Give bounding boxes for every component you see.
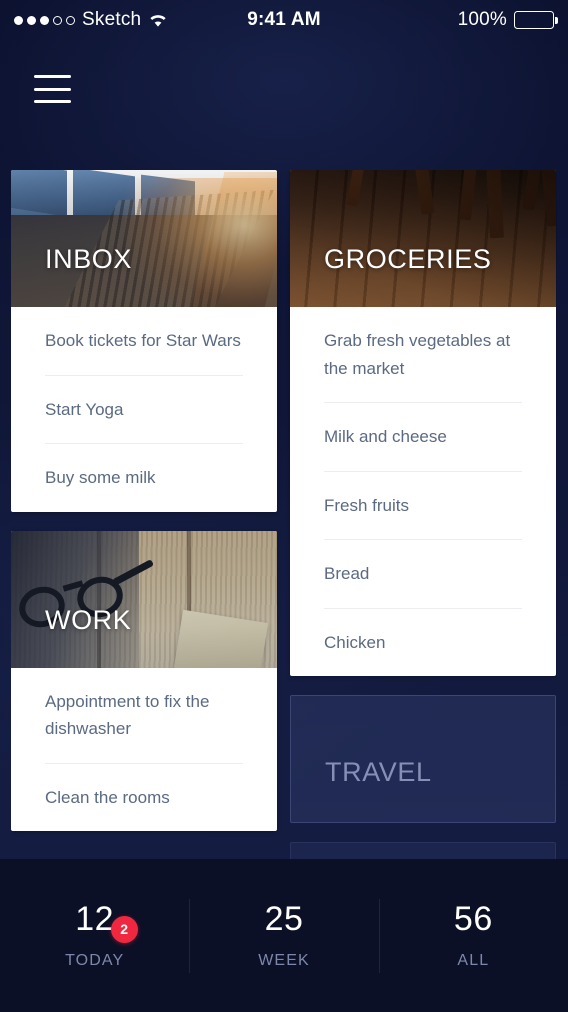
work-task-list: Appointment to fix the dishwasher Clean … [11, 668, 277, 832]
list-item[interactable]: Grab fresh vegetables at the market [324, 307, 522, 404]
list-item[interactable]: Fresh fruits [324, 472, 522, 541]
card-title-work: WORK [45, 604, 132, 635]
stat-value-today: 12 [75, 899, 115, 938]
hamburger-line [34, 100, 71, 103]
card-ghost-next [290, 842, 556, 860]
list-item[interactable]: Clean the rooms [45, 764, 243, 832]
card-title-travel: TRAVEL [325, 757, 432, 788]
stat-today[interactable]: 2 12 TODAY [0, 902, 189, 970]
stat-all[interactable]: 56 ALL [379, 902, 568, 970]
list-item[interactable]: Chicken [324, 609, 522, 677]
stat-week[interactable]: 25 WEEK [189, 902, 378, 970]
list-item[interactable]: Buy some milk [45, 444, 243, 512]
stat-label-today: TODAY [65, 951, 125, 969]
card-travel[interactable]: TRAVEL [290, 695, 556, 824]
battery-percent-label: 100% [457, 9, 507, 30]
card-groceries[interactable]: GROCERIES Grab fresh vegetables at the m… [290, 170, 556, 677]
board-column-left: INBOX Book tickets for Star Wars Start Y… [11, 170, 277, 860]
work-hero-image: WORK [11, 530, 277, 668]
stat-value-week: 25 [264, 899, 304, 938]
status-bar-right: 100% [457, 9, 558, 31]
card-inbox[interactable]: INBOX Book tickets for Star Wars Start Y… [11, 170, 277, 512]
groceries-hero-image: GROCERIES [290, 170, 556, 307]
inbox-hero-image: INBOX [11, 170, 277, 307]
list-item[interactable]: Milk and cheese [324, 403, 522, 472]
card-work[interactable]: WORK Appointment to fix the dishwasher C… [11, 530, 277, 832]
bottom-stats-bar: 2 12 TODAY 25 WEEK 56 ALL [0, 859, 568, 1012]
hamburger-menu-icon[interactable] [30, 68, 72, 110]
hamburger-line [34, 75, 71, 78]
status-badge: 2 [110, 915, 138, 943]
battery-icon [514, 11, 558, 29]
status-bar: Sketch 9:41 AM 100% [0, 0, 568, 40]
list-item[interactable]: Start Yoga [45, 376, 243, 445]
list-item[interactable]: Appointment to fix the dishwasher [45, 668, 243, 764]
stat-label-week: WEEK [258, 951, 310, 969]
list-item[interactable]: Book tickets for Star Wars [45, 307, 243, 376]
app-screen: Sketch 9:41 AM 100% INBOX Book tickets f… [0, 0, 568, 1012]
card-title-groceries: GROCERIES [324, 244, 492, 274]
card-board[interactable]: INBOX Book tickets for Star Wars Start Y… [11, 170, 557, 860]
list-item[interactable]: Bread [324, 540, 522, 609]
hamburger-line [34, 87, 71, 91]
inbox-task-list: Book tickets for Star Wars Start Yoga Bu… [11, 307, 277, 512]
stat-label-all: ALL [457, 951, 490, 969]
card-title-inbox: INBOX [45, 244, 133, 274]
board-column-right: GROCERIES Grab fresh vegetables at the m… [290, 170, 556, 860]
groceries-task-list: Grab fresh vegetables at the market Milk… [290, 307, 556, 676]
stat-value-all: 56 [453, 899, 493, 938]
